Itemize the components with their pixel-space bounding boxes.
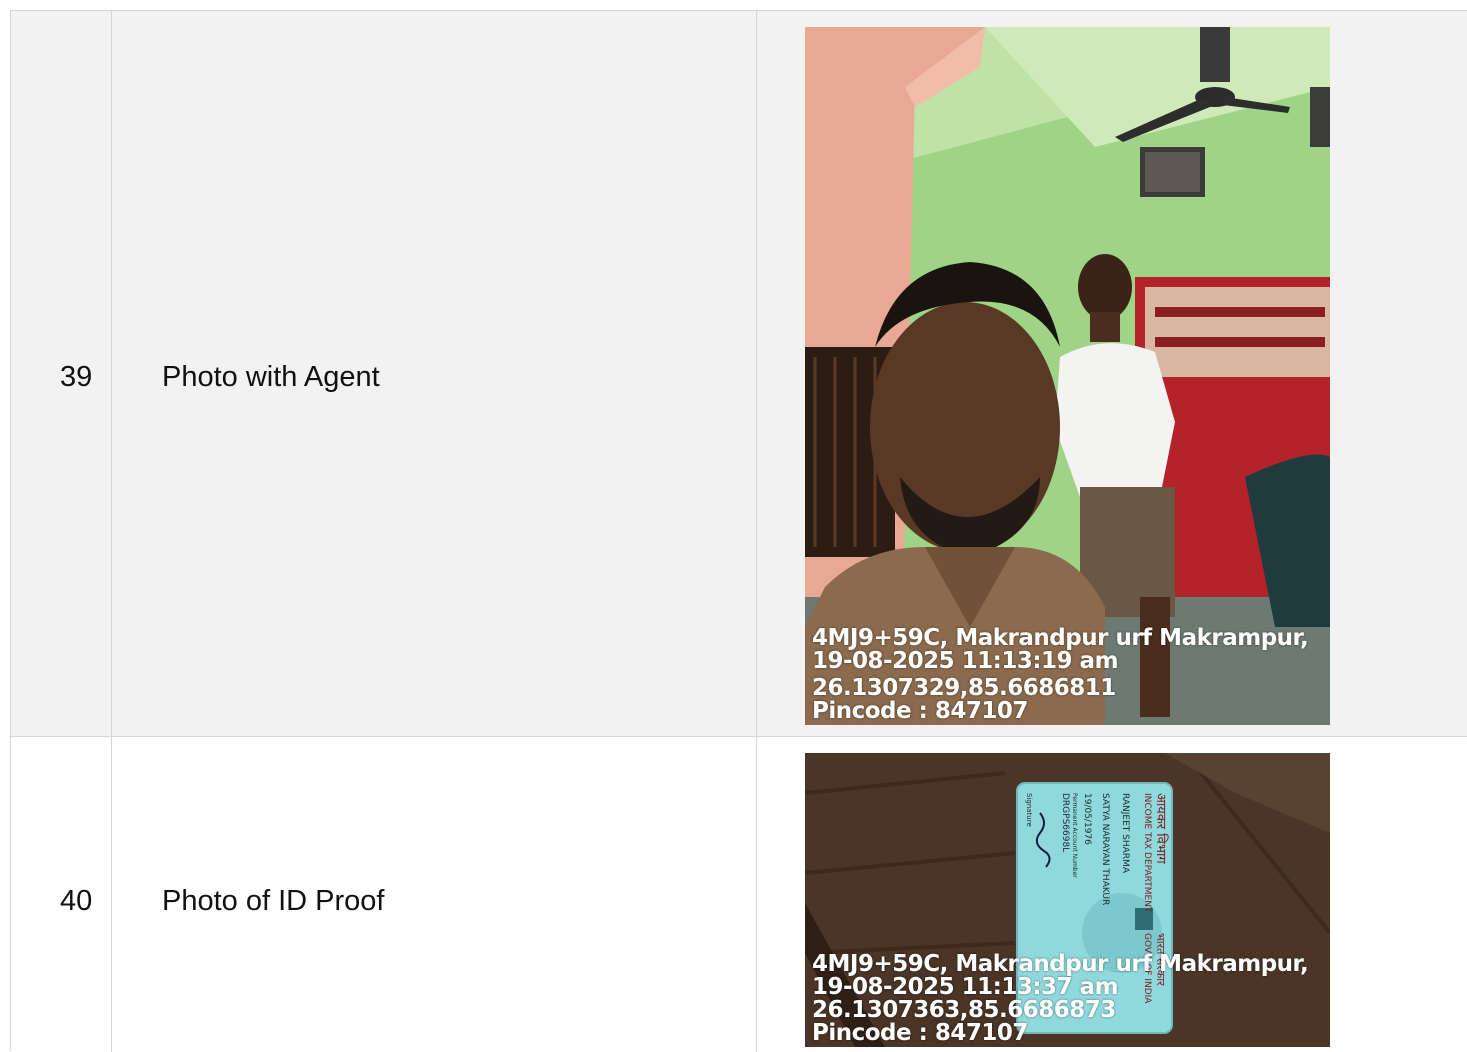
photo-table: 39 Photo with Agent 4MJ9+59C, Makrandpur…: [10, 10, 1467, 1052]
row-number-cell: 40: [11, 737, 112, 1052]
table-row: 40 Photo of ID Proof आयकर विभाग INCOME T…: [11, 737, 1467, 1052]
row-label-cell: Photo of ID Proof: [112, 737, 757, 1052]
photo-geo-stamp: 4MJ9+59C, Makrandpur urf Makrampur, 19-0…: [812, 951, 1309, 1046]
agent-photo[interactable]: 4MJ9+59C, Makrandpur urf Makrampur, 19-0…: [805, 27, 1330, 725]
card-name: RANJEET SHARMA: [1120, 793, 1130, 874]
row-label: Photo of ID Proof: [162, 885, 385, 917]
card-pan: DRGPS6698L: [1060, 793, 1070, 852]
table-row: 39 Photo with Agent 4MJ9+59C, Makrandpur…: [11, 11, 1467, 737]
card-pan-label: Permanent Account Number: [1071, 793, 1078, 878]
row-number: 40: [60, 885, 93, 917]
card-header-hindi: आयकर विभाग: [1153, 793, 1169, 864]
photo-geo-stamp: 4MJ9+59C, Makrandpur urf Makrampur, 19-0…: [812, 625, 1309, 724]
agent-photo-image: [805, 27, 1330, 725]
row-photo-cell: आयकर विभाग INCOME TAX DEPARTMENT RANJEET…: [757, 737, 1467, 1052]
card-header-english: INCOME TAX DEPARTMENT: [1142, 793, 1152, 913]
id-proof-photo[interactable]: आयकर विभाग INCOME TAX DEPARTMENT RANJEET…: [805, 753, 1330, 1047]
card-dob: 19/05/1976: [1082, 793, 1092, 845]
row-number-cell: 39: [11, 11, 112, 736]
card-signature-label: Signature: [1025, 793, 1033, 827]
row-photo-cell: 4MJ9+59C, Makrandpur urf Makrampur, 19-0…: [757, 11, 1467, 736]
row-label: Photo with Agent: [162, 361, 380, 393]
row-number: 39: [60, 361, 93, 393]
card-father-name: SATYA NARAYAN THAKUR: [1100, 793, 1110, 905]
row-label-cell: Photo with Agent: [112, 11, 757, 736]
